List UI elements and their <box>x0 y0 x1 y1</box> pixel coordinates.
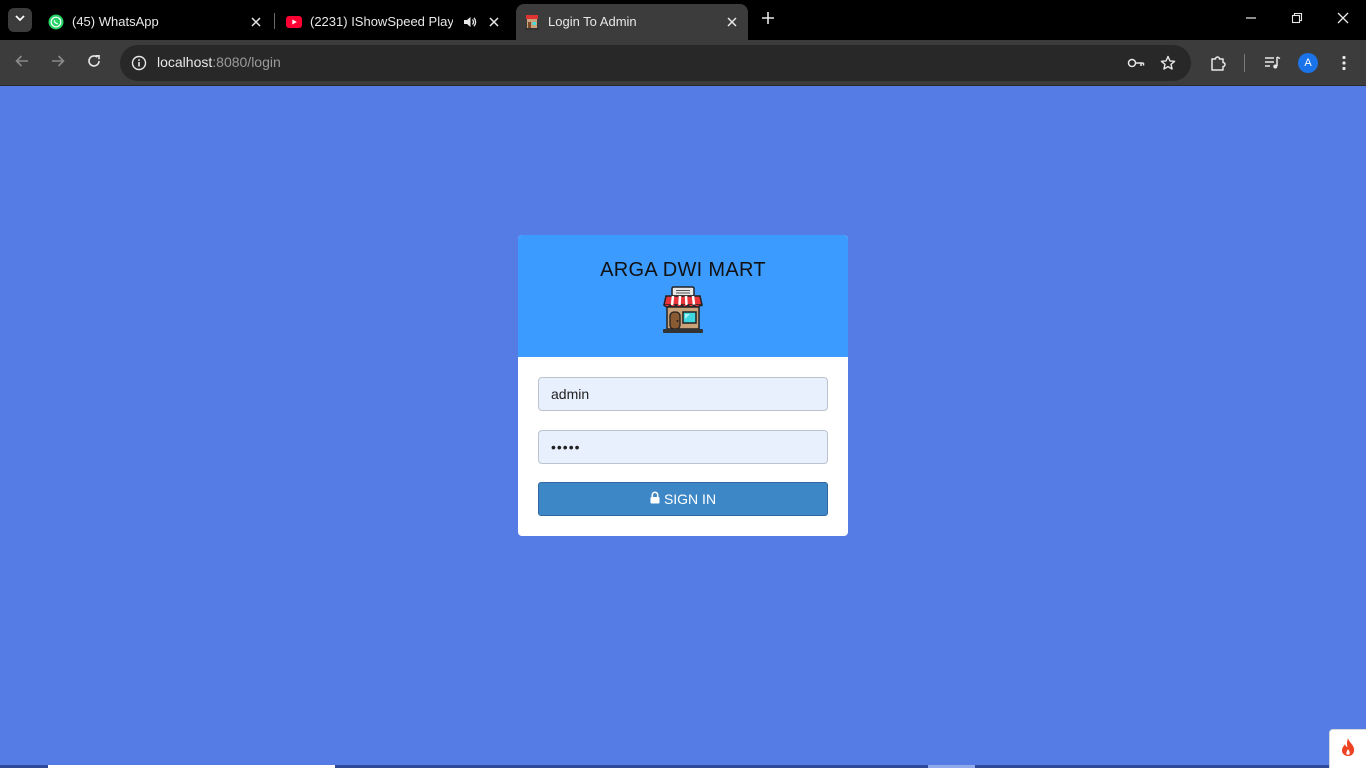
bookmark-star-icon[interactable] <box>1157 52 1179 74</box>
chevron-down-icon <box>14 11 26 29</box>
close-window-button[interactable] <box>1333 10 1353 30</box>
forward-button[interactable] <box>47 52 69 74</box>
close-tab-icon[interactable] <box>486 14 502 30</box>
flame-icon <box>1339 737 1357 762</box>
password-input[interactable]: ••••• <box>538 430 828 464</box>
url-host: localhost <box>157 54 213 70</box>
tab-title: (2231) IShowSpeed Playing <box>310 14 453 29</box>
media-controls-icon[interactable] <box>1261 52 1283 74</box>
profile-avatar[interactable]: A <box>1298 53 1318 73</box>
extensions-puzzle-icon[interactable] <box>1207 52 1229 74</box>
store-favicon-icon <box>525 14 539 30</box>
store-icon <box>663 286 703 333</box>
login-card: ARGA DWI MART ••••• S <box>518 235 848 536</box>
url-path: :8080/login <box>212 54 281 70</box>
site-info-icon[interactable] <box>128 52 150 74</box>
arrow-left-icon <box>14 53 30 74</box>
new-tab-button[interactable] <box>758 10 778 30</box>
minimize-button[interactable] <box>1241 10 1261 30</box>
debug-toolbar-button[interactable] <box>1329 729 1366 768</box>
password-key-icon[interactable] <box>1125 52 1147 74</box>
reload-button[interactable] <box>83 52 105 74</box>
youtube-icon <box>286 15 302 29</box>
reload-icon <box>86 53 102 74</box>
whatsapp-icon <box>48 14 64 30</box>
back-button[interactable] <box>11 52 33 74</box>
tab-separator <box>274 13 275 29</box>
restore-icon <box>1291 11 1303 29</box>
arrow-right-icon <box>50 53 66 74</box>
url-text[interactable]: localhost:8080/login <box>157 54 281 70</box>
tab-login-to-admin[interactable]: Login To Admin <box>516 4 748 40</box>
browser-tab-strip: (45) WhatsApp (2231) IShowSpeed Playing … <box>0 0 1366 40</box>
sign-in-label: SIGN IN <box>663 491 717 507</box>
restore-button[interactable] <box>1287 10 1307 30</box>
tab-whatsapp[interactable]: (45) WhatsApp <box>40 4 272 40</box>
minimize-icon <box>1245 11 1257 29</box>
toolbar-separator <box>1244 54 1245 72</box>
plus-icon <box>761 11 775 30</box>
close-tab-icon[interactable] <box>248 14 264 30</box>
tab-search-button[interactable] <box>8 8 32 32</box>
username-input[interactable] <box>538 377 828 411</box>
close-tab-icon[interactable] <box>724 14 740 30</box>
lock-icon <box>650 491 660 507</box>
tab-youtube[interactable]: (2231) IShowSpeed Playing <box>278 4 510 40</box>
more-vertical-icon[interactable] <box>1333 52 1355 74</box>
tab-title: (45) WhatsApp <box>72 14 159 29</box>
close-icon <box>1337 11 1349 29</box>
sign-in-button[interactable]: SIGN IN <box>538 482 828 516</box>
login-form: ••••• SIGN IN <box>518 357 848 516</box>
brand-title: ARGA DWI MART <box>600 259 766 281</box>
browser-toolbar: localhost:8080/login <box>0 40 1366 86</box>
address-bar[interactable]: localhost:8080/login <box>120 45 1191 81</box>
login-card-header: ARGA DWI MART <box>518 235 848 357</box>
speaker-audio-icon[interactable] <box>462 14 478 30</box>
tab-title: Login To Admin <box>548 14 637 29</box>
